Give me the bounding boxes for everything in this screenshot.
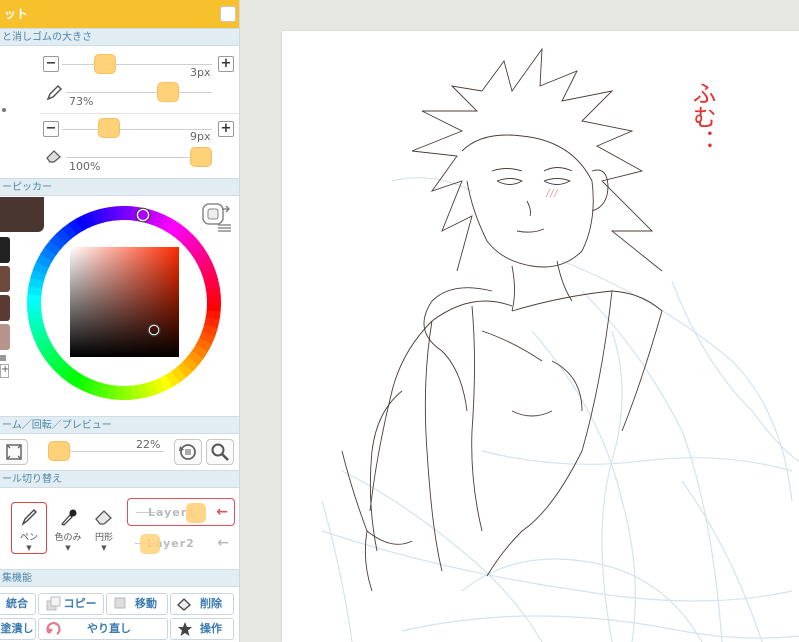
copy-button[interactable]: コピー [38, 593, 104, 615]
copy-icon [46, 596, 61, 611]
sketch-guide-layer [321, 177, 799, 642]
pen-size-minus-button[interactable]: − [43, 56, 59, 72]
redo-icon [46, 622, 61, 635]
color-swatch[interactable] [0, 237, 10, 263]
pen-opacity-slider[interactable] [156, 82, 179, 102]
eraser-size-value: 9px [190, 130, 211, 143]
tool-dropper-label: 色のみ [54, 533, 82, 543]
eraser-size-minus-button[interactable]: − [43, 121, 59, 137]
arrow-left-icon: ← [217, 535, 229, 551]
eraser-size-plus-button[interactable]: + [218, 121, 234, 137]
tool-panel: ット と消しゴムの大きさ − + 3px 73% − + 9px 100% ーピ… [0, 0, 240, 642]
fit-screen-button[interactable] [0, 439, 28, 465]
dropper-icon [60, 509, 77, 526]
delete-button[interactable]: 削除 [170, 593, 234, 615]
redo-label: やり直し [87, 622, 131, 635]
layer-2-opacity-knob[interactable] [140, 534, 160, 554]
tool-eraser-button[interactable]: 円形 ▼ [86, 502, 122, 554]
color-swatch[interactable] [0, 295, 10, 321]
section-tool-switch: ール切り替え [0, 470, 239, 488]
fill-label: 塗潰し [0, 622, 34, 635]
tool-pen-label: ペン [19, 533, 38, 543]
fill-button[interactable]: 塗潰し [0, 618, 36, 640]
arrow-left-icon: ← [216, 504, 228, 520]
add-swatch-button[interactable]: + [0, 364, 9, 378]
panel-title: ット [4, 7, 29, 21]
layer-2-button[interactable]: Layer2 ← [127, 530, 235, 558]
star-icon [178, 622, 192, 636]
color-swatch[interactable] [0, 324, 10, 350]
add-swatch-square [0, 355, 6, 361]
pen-size-track [62, 64, 212, 65]
rotate-button[interactable] [174, 439, 202, 465]
rotate-icon [179, 444, 196, 460]
section-brush-size: と消しゴムの大きさ [0, 28, 239, 46]
chevron-down-icon: ▼ [65, 544, 71, 552]
pen-size-slider[interactable] [94, 54, 116, 74]
drawing-canvas[interactable]: ふむ： [282, 31, 799, 642]
move-icon [114, 597, 126, 609]
magnifier-icon [211, 443, 229, 461]
eraser-size-slider[interactable] [97, 118, 120, 138]
sketch-drawing: ふむ： [321, 47, 799, 642]
chevron-down-icon: ▼ [101, 544, 107, 552]
chevron-down-icon: ▼ [26, 544, 32, 552]
zoom-slider[interactable] [47, 441, 70, 461]
merge-label: 統合 [6, 597, 28, 610]
eraser-opacity-value: 100% [69, 160, 101, 173]
fit-screen-icon [6, 444, 22, 460]
blush-marks [545, 188, 559, 198]
redo-button[interactable]: やり直し [38, 618, 168, 640]
color-swatch[interactable] [0, 266, 10, 292]
tool-pen-button[interactable]: ペン ▼ [11, 502, 47, 554]
tool-dropper-button[interactable]: 色のみ ▼ [50, 502, 86, 554]
panel-toggle-checkbox[interactable] [220, 6, 236, 22]
pen-opacity-value: 73% [69, 95, 94, 108]
pen-opacity-track [66, 92, 212, 93]
eraser-icon [46, 150, 61, 163]
eraser-opacity-slider[interactable] [190, 147, 212, 167]
layer-1-button[interactable]: Layer1 ← [127, 498, 235, 526]
merge-button[interactable]: 統合 [0, 593, 36, 615]
zoom-value: 22% [136, 438, 161, 451]
section-edit: 集機能 [0, 569, 239, 587]
preview-button[interactable] [206, 439, 234, 465]
pen-icon [21, 509, 37, 527]
layer-1-opacity-knob[interactable] [186, 503, 206, 523]
palette-menu-icon[interactable] [202, 203, 234, 235]
handwritten-note: ふむ： [688, 81, 716, 153]
divider [40, 113, 239, 114]
canvas-area: ふむ： [240, 0, 799, 642]
color-wheel[interactable] [24, 203, 224, 403]
eraser-icon [177, 598, 191, 611]
section-color-picker: ーピッカー [0, 178, 239, 196]
pencil-icon [46, 84, 63, 101]
panel-title-bar: ット [0, 0, 239, 28]
sketch-lineart-layer [341, 47, 663, 592]
move-button[interactable]: 移動 [106, 593, 168, 615]
brush-dot-icon [2, 108, 6, 112]
tool-eraser-label: 円形 [94, 533, 113, 543]
section-zoom-rotate-preview: ーム／回転／プレビュー [0, 416, 239, 434]
operation-button[interactable]: 操作 [170, 618, 234, 640]
pen-size-value: 3px [190, 66, 211, 79]
eraser-icon [95, 510, 112, 525]
pen-size-plus-button[interactable]: + [218, 56, 234, 72]
